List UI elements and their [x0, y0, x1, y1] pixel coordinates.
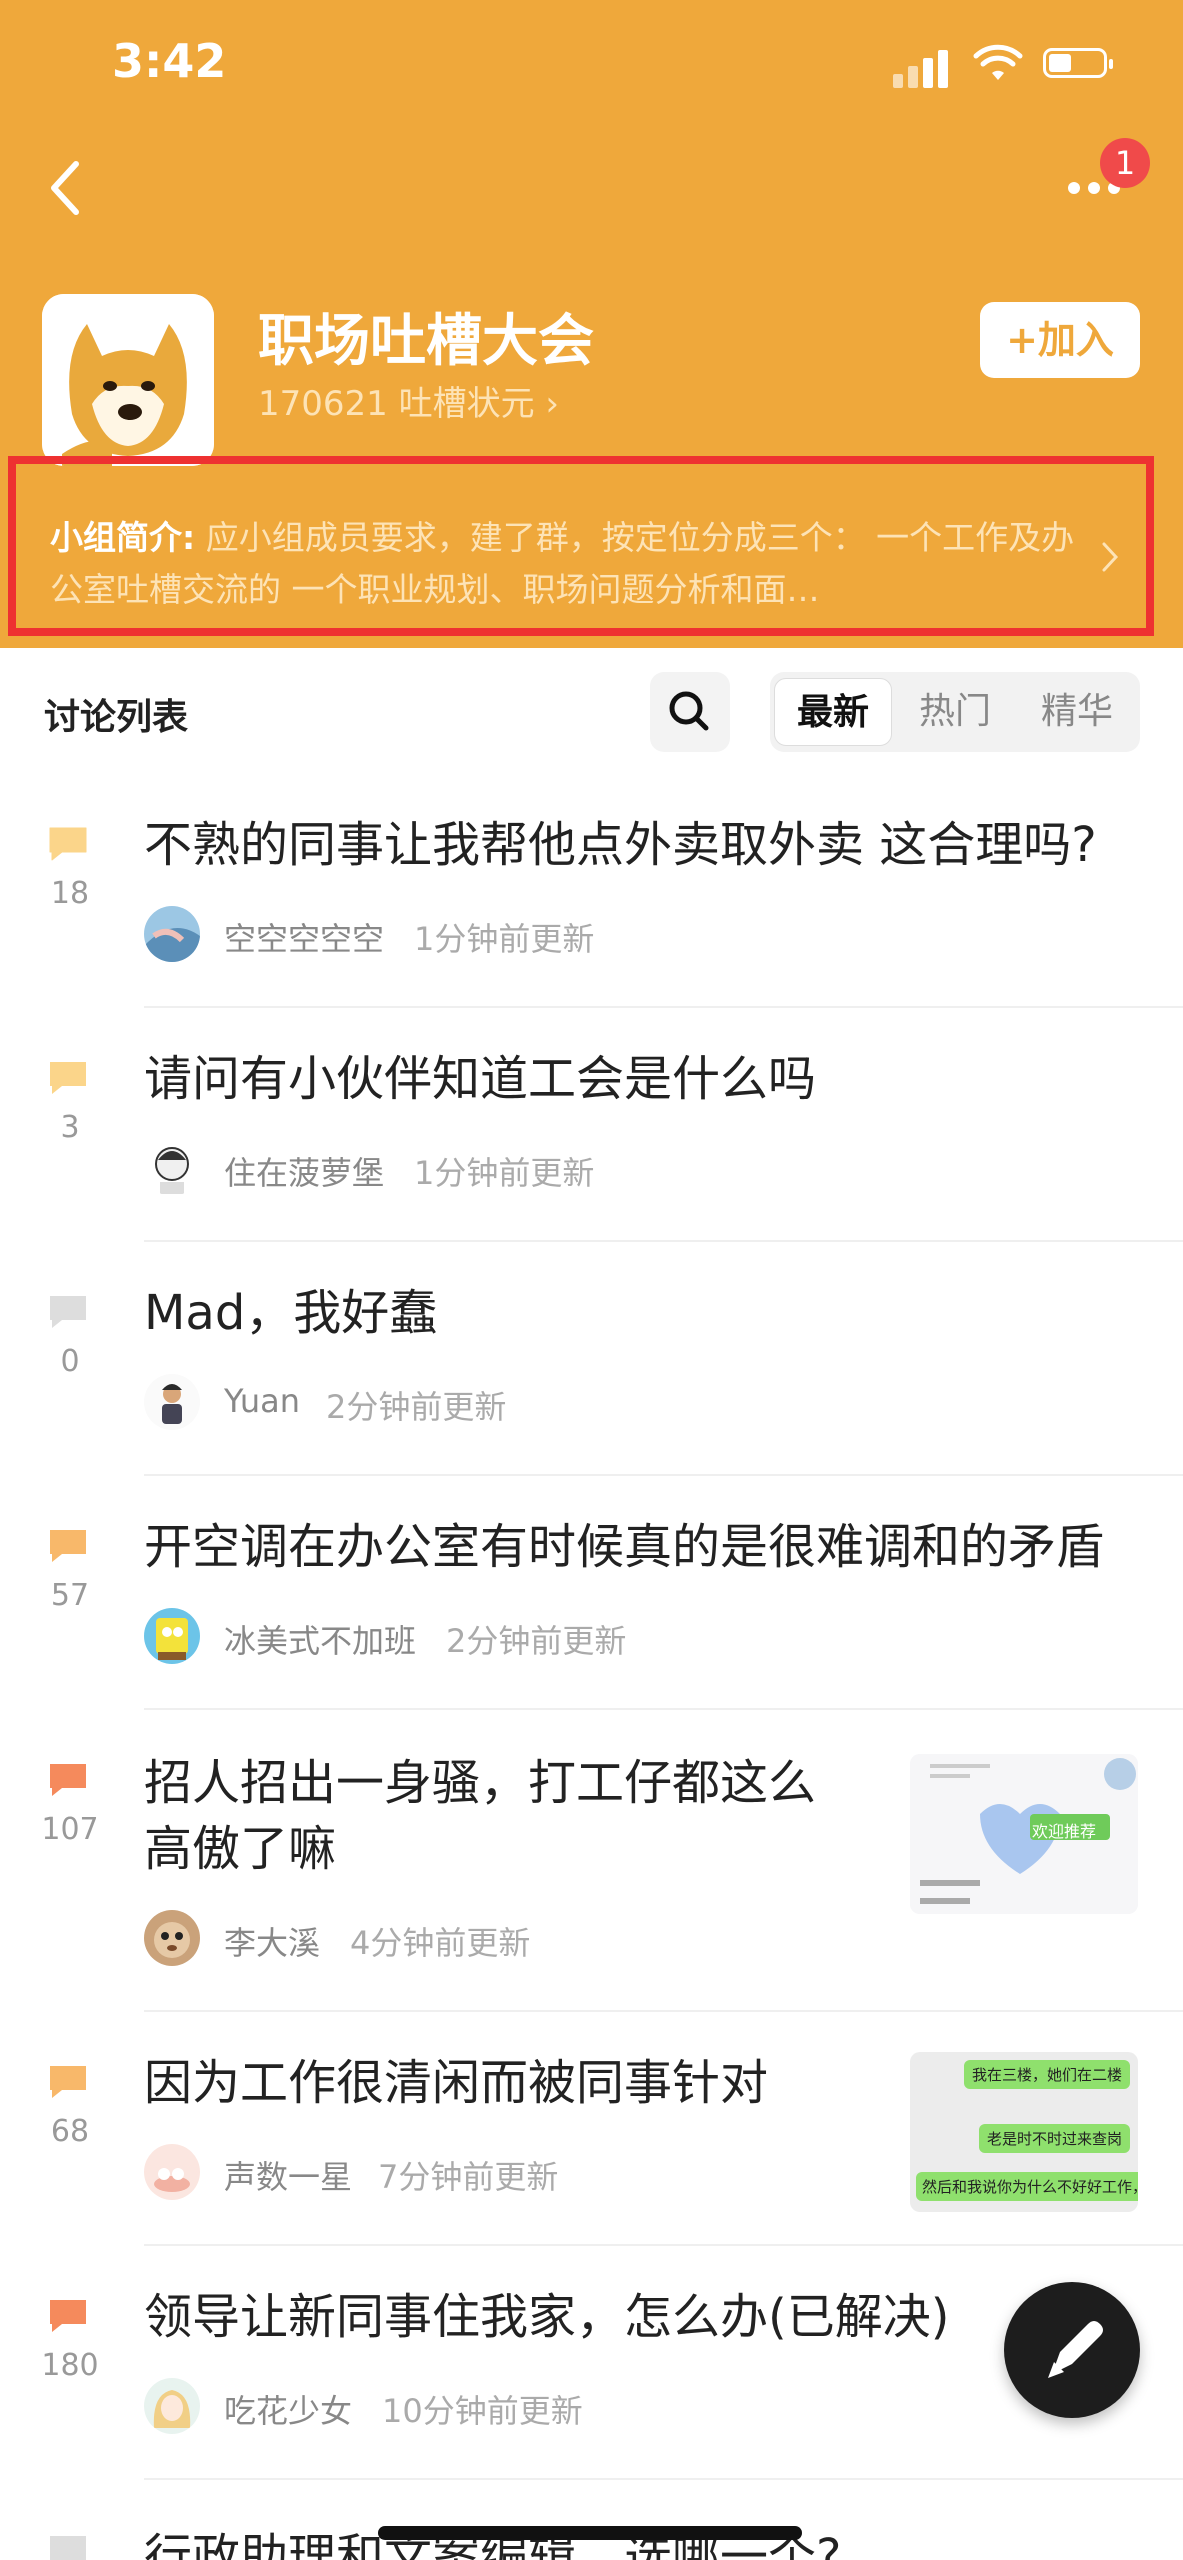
- post-item[interactable]: 18 不熟的同事让我帮他点外卖取外卖 这合理吗? 空空空空空 1分钟前更新: [0, 810, 1183, 1008]
- update-time: 10分钟前更新: [382, 2392, 583, 2430]
- comment-icon: [49, 827, 87, 861]
- notification-badge: 1: [1100, 138, 1150, 188]
- group-avatar[interactable]: [42, 294, 214, 466]
- post-item[interactable]: 3 请问有小伙伴知道工会是什么吗 住在菠萝堡 1分钟前更新: [0, 1044, 1183, 1242]
- intro-label: 小组简介:: [50, 518, 196, 557]
- user-name[interactable]: 冰美式不加班: [224, 1616, 416, 1662]
- divider: [144, 2244, 1183, 2246]
- user-avatar[interactable]: [144, 1140, 200, 1196]
- update-time: 4分钟前更新: [350, 1924, 531, 1962]
- user-name[interactable]: Yuan: [224, 1382, 300, 1420]
- tab-hot[interactable]: 热门: [896, 678, 1014, 746]
- comment-count: 180: [41, 2348, 99, 2383]
- wifi-icon: [973, 44, 1023, 80]
- post-title-line: 高傲了嘛: [144, 1821, 337, 1877]
- user-avatar[interactable]: [144, 1608, 200, 1664]
- post-title: 请问有小伙伴知道工会是什么吗: [144, 1051, 817, 1107]
- user-name[interactable]: 声数一星: [224, 2152, 352, 2198]
- user-avatar[interactable]: [144, 2378, 200, 2434]
- group-stats-text: 170621 吐槽状元: [258, 384, 546, 424]
- battery-icon: [1043, 48, 1113, 78]
- comment-icon: [50, 1062, 86, 1094]
- list-title: 讨论列表: [44, 697, 189, 738]
- user-avatar[interactable]: [144, 906, 200, 962]
- search-icon: [669, 691, 709, 731]
- thumbnail-caption: 欢迎推荐: [1032, 1822, 1097, 1841]
- post-title: 招人招出一身骚，打工仔都这么 高傲了嘛: [144, 1750, 884, 1882]
- comment-icon: [50, 1764, 86, 1796]
- divider: [144, 1474, 1183, 1476]
- post-title-line: 招人招出一身骚，打工仔都这么: [144, 1755, 817, 1811]
- divider: [144, 2010, 1183, 2012]
- comment-icon: [50, 2300, 86, 2332]
- update-time: 7分钟前更新: [378, 2158, 559, 2196]
- user-avatar[interactable]: [144, 2144, 200, 2200]
- discussion-list-bar: 讨论列表 最新 热门 精华: [0, 648, 1183, 778]
- divider: [144, 1240, 1183, 1242]
- update-time: 1分钟前更新: [414, 1154, 595, 1192]
- post-thumbnail[interactable]: 我在三楼，她们在二楼 老是时不时过来查岗 然后和我说你为什么不好好工作，: [910, 2052, 1138, 2212]
- status-icons: [893, 40, 1123, 90]
- chat-bubble: 老是时不时过来查岗: [978, 2124, 1130, 2153]
- comment-count: 3: [60, 1110, 80, 1145]
- status-bar: 3:42: [0, 0, 1183, 130]
- doge-avatar-icon: [42, 294, 214, 466]
- user-name[interactable]: 李大溪: [224, 1918, 320, 1964]
- tab-latest[interactable]: 最新: [774, 678, 892, 746]
- join-button[interactable]: +加入: [980, 302, 1140, 378]
- user-name[interactable]: 空空空空空: [224, 914, 384, 960]
- intro-content: 应小组成员要求，建了群，按定位分成三个： 一个工作及办公室吐槽交流的 一个职业规…: [50, 518, 1075, 609]
- group-stats[interactable]: 170621 吐槽状元 ›: [258, 376, 559, 425]
- back-arrow-icon[interactable]: [42, 158, 92, 218]
- post-title: 领导让新同事住我家，怎么办(已解决): [144, 2289, 950, 2345]
- post-title: 不熟的同事让我帮他点外卖取外卖 这合理吗?: [144, 817, 1097, 873]
- status-time: 3:42: [112, 34, 227, 88]
- update-time: 1分钟前更新: [414, 920, 595, 958]
- chevron-right-icon: [1102, 542, 1119, 572]
- comment-icon: [50, 1530, 86, 1562]
- post-item[interactable]: 68 因为工作很清闲而被同事针对 我在三楼，她们在二楼 老是时不时过来查岗 然后…: [0, 2048, 1183, 2246]
- comment-icon: [50, 2536, 86, 2560]
- divider: [144, 1006, 1183, 1008]
- comment-icon: [50, 2066, 86, 2098]
- new-post-button[interactable]: [1004, 2282, 1140, 2418]
- comment-count: 68: [50, 2114, 90, 2149]
- post-title: 开空调在办公室有时候真的是很难调和的矛盾: [144, 1519, 1105, 1575]
- post-title: Mad，我好蠢: [144, 1285, 438, 1341]
- group-header: 3:42 1 职场吐槽大会 170621 吐槽状元 › +加入 小组简介: 应小…: [0, 0, 1183, 648]
- chevron-right-icon: ›: [545, 384, 560, 424]
- divider: [144, 2478, 1183, 2480]
- user-name[interactable]: 住在菠萝堡: [224, 1148, 384, 1194]
- pen-icon: [1048, 2321, 1103, 2378]
- tab-featured[interactable]: 精华: [1018, 678, 1136, 746]
- divider: [144, 1708, 1183, 1710]
- post-item[interactable]: 57 开空调在办公室有时候真的是很难调和的矛盾 冰美式不加班 2分钟前更新: [0, 1512, 1183, 1710]
- sort-tabs: 最新 热门 精华: [770, 672, 1140, 752]
- update-time: 2分钟前更新: [446, 1622, 627, 1660]
- post-thumbnail[interactable]: 欢迎推荐: [910, 1754, 1138, 1914]
- comment-count: 57: [50, 1578, 90, 1613]
- comment-count: 0: [60, 1344, 80, 1379]
- signal-icon: [893, 48, 953, 88]
- user-name[interactable]: 吃花少女: [224, 2386, 352, 2432]
- chat-bubble: 然后和我说你为什么不好好工作，: [916, 2172, 1138, 2201]
- comment-count: 107: [41, 1812, 99, 1847]
- comment-count: 18: [50, 876, 90, 911]
- post-title: 因为工作很清闲而被同事针对: [144, 2055, 769, 2111]
- user-avatar[interactable]: [144, 1910, 200, 1966]
- group-intro[interactable]: 小组简介: 应小组成员要求，建了群，按定位分成三个： 一个工作及办公室吐槽交流的…: [8, 456, 1154, 636]
- group-intro-text: 小组简介: 应小组成员要求，建了群，按定位分成三个： 一个工作及办公室吐槽交流的…: [50, 512, 1090, 616]
- group-name: 职场吐槽大会: [258, 309, 594, 374]
- post-item[interactable]: 107 招人招出一身骚，打工仔都这么 高傲了嘛 欢迎推荐 李大溪 4分钟前更新: [0, 1746, 1183, 2012]
- post-item[interactable]: 0 Mad，我好蠢 Yuan 2分钟前更新: [0, 1278, 1183, 1476]
- home-indicator: [378, 2526, 802, 2540]
- chat-bubble: 我在三楼，她们在二楼: [963, 2060, 1130, 2089]
- user-avatar[interactable]: [144, 1374, 200, 1430]
- comment-icon: [50, 1296, 86, 1328]
- search-button[interactable]: [650, 672, 730, 752]
- update-time: 2分钟前更新: [326, 1388, 507, 1426]
